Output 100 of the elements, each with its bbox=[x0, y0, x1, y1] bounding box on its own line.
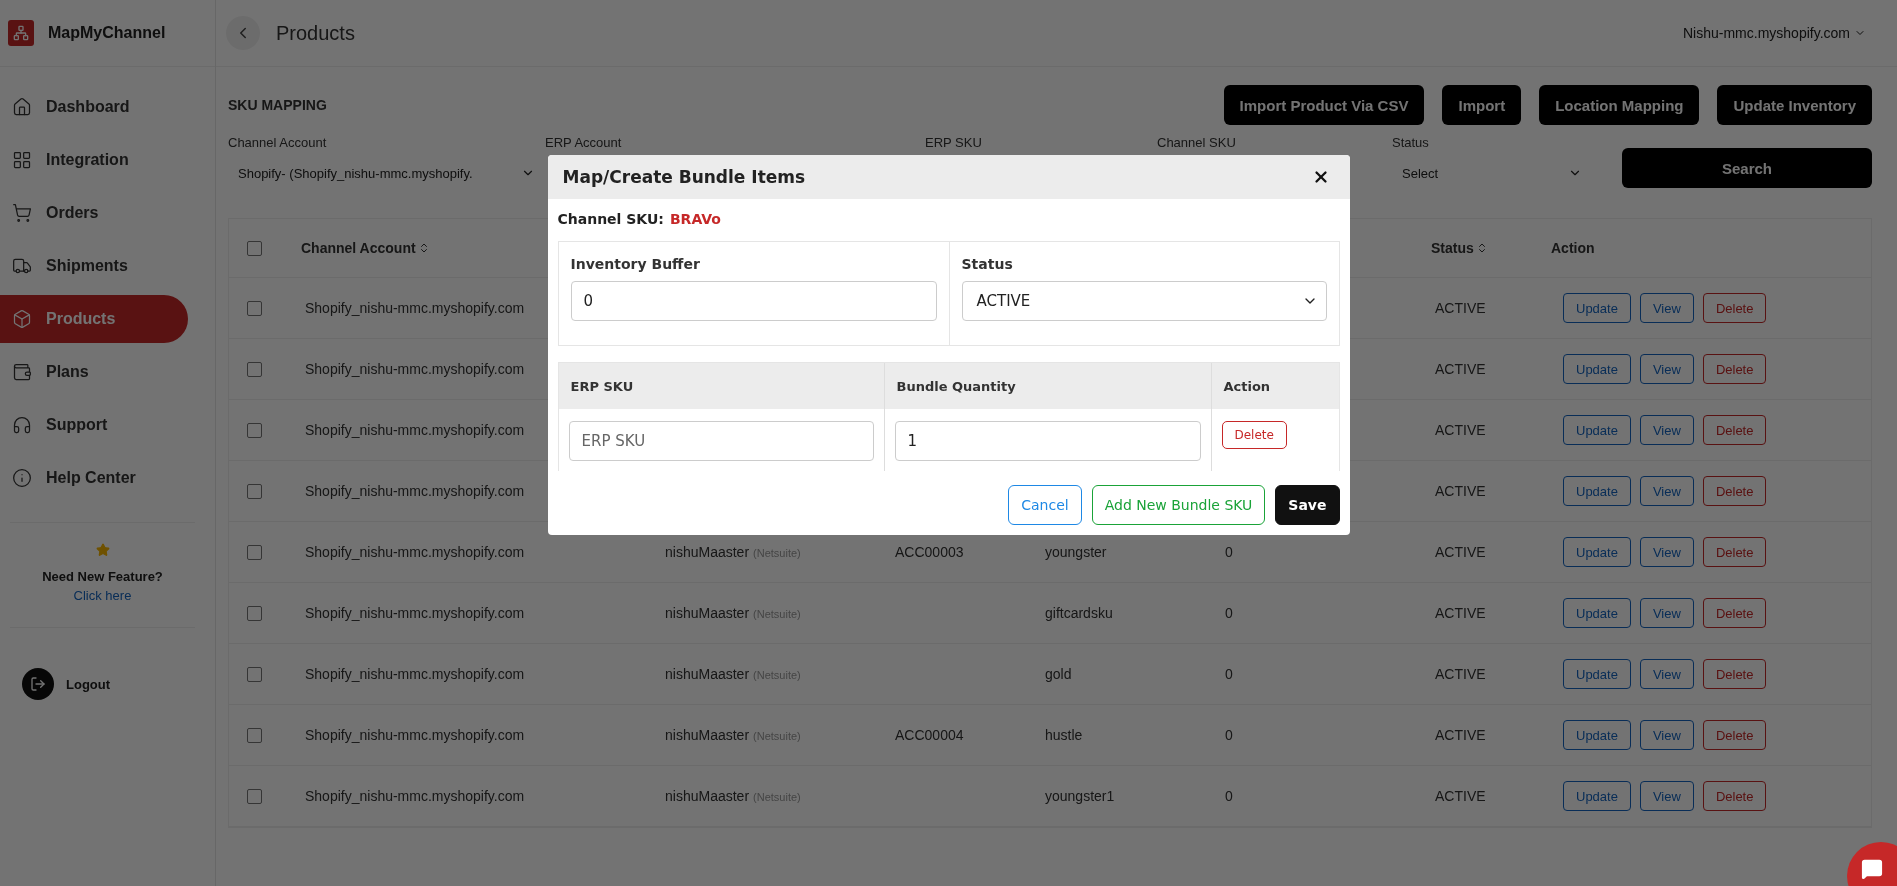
view-button[interactable]: View bbox=[1639, 659, 1694, 689]
view-button[interactable]: View bbox=[1639, 476, 1694, 506]
table-cell-text: youngster bbox=[1044, 544, 1108, 560]
grid-icon bbox=[12, 150, 32, 170]
delete-button[interactable]: Delete bbox=[1702, 293, 1767, 323]
view-button[interactable]: View bbox=[1639, 354, 1694, 384]
delete-button[interactable]: Delete bbox=[1702, 354, 1767, 384]
table-cell-text: 0 bbox=[1224, 666, 1234, 682]
column-header: ERP SKU bbox=[558, 363, 884, 409]
account-menu[interactable]: Nishu-mmc.myshopify.com bbox=[1677, 24, 1872, 42]
checkbox[interactable] bbox=[247, 483, 262, 499]
table-cell-text: Shopify_nishu-mmc.myshopify.com bbox=[304, 544, 526, 560]
dialog-button[interactable]: Cancel bbox=[1008, 485, 1082, 525]
field-label: Status bbox=[961, 256, 1014, 272]
checkbox[interactable] bbox=[247, 422, 262, 438]
status-text: ACTIVE bbox=[1434, 666, 1487, 682]
update-button[interactable]: Update bbox=[1563, 354, 1631, 384]
sidebar-item[interactable]: Shipments bbox=[0, 242, 188, 290]
channel-sku-value: BRAVo bbox=[669, 211, 721, 227]
status-text: ACTIVE bbox=[1434, 605, 1487, 621]
delete-button[interactable]: Delete bbox=[1702, 720, 1767, 750]
update-button[interactable]: Update bbox=[1563, 598, 1631, 628]
sidebar-item[interactable]: Plans bbox=[0, 348, 188, 396]
view-button[interactable]: View bbox=[1639, 293, 1694, 323]
feature-title: Need New Feature? bbox=[42, 569, 163, 584]
delete-button[interactable]: Delete bbox=[1702, 781, 1767, 811]
delete-button[interactable]: Delete bbox=[1702, 415, 1767, 445]
action-button[interactable]: Update Inventory bbox=[1717, 85, 1872, 125]
page-title: Products bbox=[276, 21, 356, 45]
delete-button[interactable]: Delete bbox=[1702, 659, 1767, 689]
action-button[interactable]: Import bbox=[1442, 85, 1522, 125]
sidebar-item[interactable]: Dashboard bbox=[0, 83, 188, 131]
table-cell-text: youngster1 bbox=[1044, 788, 1116, 804]
view-button[interactable]: View bbox=[1639, 537, 1694, 567]
status-text: ACTIVE bbox=[1434, 422, 1487, 438]
action-button[interactable]: Location Mapping bbox=[1539, 85, 1700, 125]
sidebar-item[interactable]: Support bbox=[0, 401, 188, 449]
table-cell-text: 0 bbox=[1224, 727, 1234, 743]
status-text: ACTIVE bbox=[1434, 788, 1487, 804]
dialog-button[interactable]: Add New Bundle SKU bbox=[1091, 485, 1266, 525]
checkbox[interactable] bbox=[247, 666, 262, 682]
click-here-link[interactable]: Click here bbox=[73, 588, 132, 603]
table-cell-text: Shopify_nishu-mmc.myshopify.com bbox=[304, 666, 526, 682]
view-button[interactable]: View bbox=[1639, 781, 1694, 811]
inventory-buffer-field[interactable]: 0 bbox=[570, 281, 937, 321]
update-button[interactable]: Update bbox=[1563, 659, 1631, 689]
checkbox[interactable] bbox=[247, 788, 262, 804]
column-header: Action bbox=[1210, 363, 1339, 409]
status-text: ACTIVE bbox=[1434, 727, 1487, 743]
status-text: ACTIVE bbox=[1434, 544, 1487, 560]
brand-name: MapMyChannel bbox=[48, 24, 166, 42]
quantity-field[interactable]: 1 bbox=[894, 421, 1201, 461]
checkbox[interactable] bbox=[247, 605, 262, 621]
erp-sku-field[interactable]: ERP SKU bbox=[568, 421, 874, 461]
channel-sku-label: Channel SKU: bbox=[557, 211, 664, 227]
checkbox[interactable] bbox=[247, 300, 262, 316]
view-button[interactable]: View bbox=[1639, 415, 1694, 445]
dialog-title: Map/Create Bundle Items bbox=[562, 167, 806, 187]
wallet-icon bbox=[12, 362, 32, 382]
logout-link[interactable]: Logout bbox=[22, 668, 215, 700]
sidebar-item[interactable]: Help Center bbox=[0, 454, 188, 502]
channel-account-select[interactable]: Shopify- (Shopify_nishu-mmc.myshopify. bbox=[228, 158, 545, 188]
filter-label: ERP SKU bbox=[925, 135, 983, 150]
sidebar-item[interactable]: Integration bbox=[0, 136, 188, 184]
delete-button[interactable]: Delete bbox=[1702, 598, 1767, 628]
column-header: Bundle Quantity bbox=[883, 363, 1211, 409]
action-button[interactable]: Import Product Via CSV bbox=[1223, 85, 1425, 125]
table-cell-text: 0 bbox=[1224, 605, 1234, 621]
status-text: ACTIVE bbox=[1434, 483, 1487, 499]
checkbox[interactable] bbox=[247, 361, 262, 377]
cart-icon bbox=[12, 203, 32, 223]
update-button[interactable]: Update bbox=[1563, 293, 1631, 323]
dialog-button[interactable]: Save bbox=[1275, 485, 1340, 525]
sidebar-item[interactable]: Orders bbox=[0, 189, 188, 237]
table-cell-text: hustle bbox=[1044, 727, 1084, 743]
back-button[interactable] bbox=[226, 16, 260, 50]
headphones-icon bbox=[12, 415, 32, 435]
update-button[interactable]: Update bbox=[1563, 476, 1631, 506]
view-button[interactable]: View bbox=[1639, 720, 1694, 750]
checkbox[interactable] bbox=[247, 240, 262, 256]
checkbox[interactable] bbox=[247, 544, 262, 560]
filter-label: Channel Account bbox=[228, 135, 328, 150]
view-button[interactable]: View bbox=[1639, 598, 1694, 628]
search-button[interactable]: Search bbox=[1622, 148, 1872, 188]
delete-button[interactable]: Delete bbox=[1702, 537, 1767, 567]
status-select[interactable]: Select bbox=[1392, 158, 1592, 188]
section-title: SKU MAPPING bbox=[228, 97, 328, 113]
status-select[interactable]: ACTIVE bbox=[961, 281, 1327, 321]
delete-button[interactable]: Delete bbox=[1702, 476, 1767, 506]
column-header: Action bbox=[1551, 240, 1596, 256]
delete-button[interactable]: Delete bbox=[1221, 421, 1287, 449]
table-cell-text: 0 bbox=[1224, 544, 1234, 560]
sidebar-item[interactable]: Products bbox=[0, 295, 188, 343]
update-button[interactable]: Update bbox=[1563, 781, 1631, 811]
network-icon bbox=[13, 25, 29, 41]
table-cell-text: Shopify_nishu-mmc.myshopify.com bbox=[304, 727, 526, 743]
update-button[interactable]: Update bbox=[1563, 415, 1631, 445]
update-button[interactable]: Update bbox=[1563, 720, 1631, 750]
update-button[interactable]: Update bbox=[1563, 537, 1631, 567]
checkbox[interactable] bbox=[247, 727, 262, 743]
